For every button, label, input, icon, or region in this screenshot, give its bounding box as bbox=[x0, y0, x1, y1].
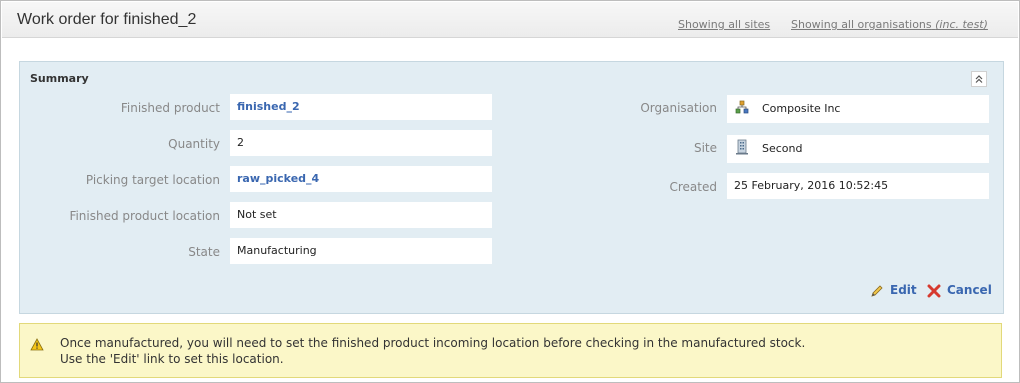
site-label: Site bbox=[693, 141, 717, 155]
red-x-icon bbox=[927, 284, 941, 298]
site-name: Second bbox=[762, 142, 803, 155]
page-title: Work order for finished_2 bbox=[17, 11, 197, 28]
finished-product-link[interactable]: finished_2 bbox=[230, 94, 492, 120]
building-icon bbox=[736, 139, 748, 155]
warning-message: Once manufactured, you will need to set … bbox=[19, 323, 1002, 378]
organisation-label: Organisation bbox=[640, 101, 717, 115]
picking-target-location-label: Picking target location bbox=[85, 173, 220, 187]
finished-product-label: Finished product bbox=[120, 101, 220, 115]
showing-all-organisations-link[interactable]: Showing all organisations (inc. test) bbox=[791, 18, 988, 31]
cancel-label: Cancel bbox=[947, 283, 992, 297]
finished-product-location-value: Not set bbox=[230, 202, 492, 228]
site-value: Second bbox=[727, 135, 989, 163]
double-chevron-up-icon bbox=[975, 75, 983, 83]
state-label: State bbox=[188, 245, 220, 259]
summary-panel: Summary Finished product finished_2 Quan… bbox=[19, 61, 1004, 314]
title-bar: Work order for finished_2 Showing all si… bbox=[2, 2, 1018, 38]
organisation-icon bbox=[735, 100, 749, 114]
showing-orgs-label: Showing all organisations bbox=[791, 18, 932, 31]
quantity-label: Quantity bbox=[168, 137, 220, 151]
state-value: Manufacturing bbox=[230, 238, 492, 264]
picking-target-location-link[interactable]: raw_picked_4 bbox=[230, 166, 492, 192]
quantity-value: 2 bbox=[230, 130, 492, 156]
created-value: 25 February, 2016 10:52:45 bbox=[727, 173, 989, 199]
organisation-name: Composite Inc bbox=[762, 102, 841, 115]
showing-all-sites-link[interactable]: Showing all sites bbox=[678, 18, 770, 31]
warning-line-2: Use the 'Edit' link to set this location… bbox=[60, 352, 284, 366]
collapse-button[interactable] bbox=[971, 71, 987, 87]
summary-title: Summary bbox=[30, 72, 89, 85]
warning-triangle-icon bbox=[30, 338, 44, 351]
showing-orgs-suffix: (inc. test) bbox=[935, 18, 988, 31]
finished-product-location-label: Finished product location bbox=[69, 209, 220, 223]
edit-label: Edit bbox=[890, 283, 917, 297]
work-order-window: Work order for finished_2 Showing all si… bbox=[0, 0, 1020, 383]
warning-line-1: Once manufactured, you will need to set … bbox=[60, 336, 806, 350]
organisation-value: Composite Inc bbox=[727, 95, 989, 123]
pencil-icon bbox=[871, 285, 883, 297]
created-label: Created bbox=[669, 180, 718, 194]
